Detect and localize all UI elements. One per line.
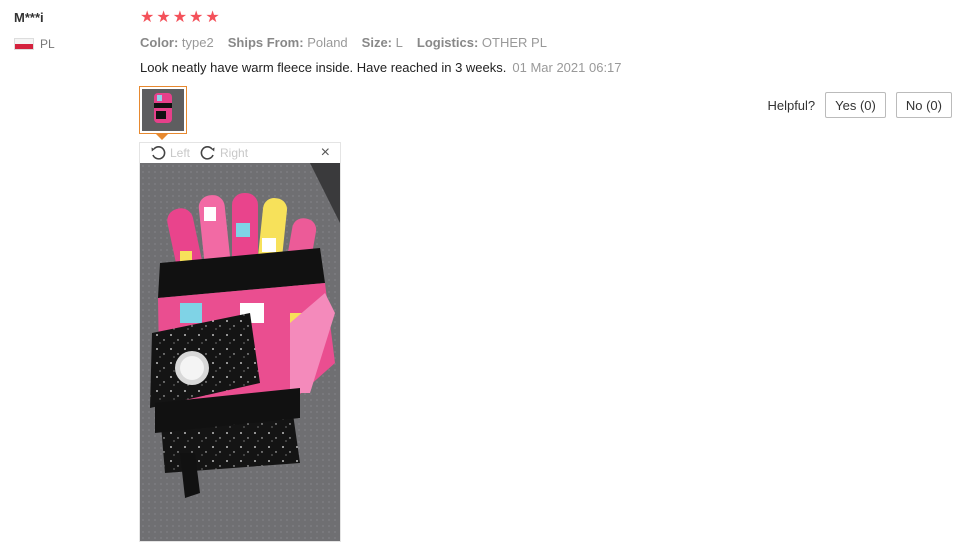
star-icon: ★ (156, 9, 171, 26)
property-ships-from: Ships From: Poland (227, 35, 348, 50)
review-photo-thumbnail[interactable] (139, 86, 187, 134)
review-date: 01 Mar 2021 06:17 (512, 60, 622, 75)
property-color: Color: type2 (140, 35, 214, 50)
rotate-left-label: Left (170, 146, 191, 160)
close-icon[interactable]: × (321, 144, 330, 162)
star-icon: ★ (189, 9, 204, 26)
star-icon: ★ (140, 9, 155, 26)
rotate-right-icon (200, 146, 215, 160)
photo-viewer: Left Right × (139, 142, 341, 542)
rotate-right-button[interactable]: Right (200, 145, 248, 161)
country-code: PL (40, 37, 55, 51)
property-size: Size: L (361, 35, 403, 50)
helpful-yes-button[interactable]: Yes (0) (825, 92, 886, 118)
helpful-no-button[interactable]: No (0) (895, 92, 952, 118)
review-body: Look neatly have warm fleece inside. Hav… (140, 60, 507, 75)
helpful-votes: Helpful? Yes (0) No (0) (767, 92, 952, 118)
rotate-left-button[interactable]: Left (150, 145, 190, 161)
review-text: Look neatly have warm fleece inside. Hav… (140, 60, 622, 75)
order-properties: Color: type2 Ships From: Poland Size: L … (140, 35, 547, 50)
poland-flag-icon (14, 38, 34, 50)
helpful-label: Helpful? (767, 97, 816, 113)
rotate-right-label: Right (220, 146, 249, 160)
property-logistics: Logistics: OTHER PL (416, 35, 547, 50)
photo-viewer-toolbar: Left Right × (140, 143, 340, 163)
reviewer-country: PL (14, 37, 55, 51)
star-icon: ★ (205, 9, 220, 26)
thumbnail-image (142, 89, 184, 131)
star-rating: ★ ★ ★ ★ ★ (140, 9, 220, 27)
rotate-left-icon (151, 146, 166, 160)
thumbnail-selected-indicator (156, 134, 168, 140)
star-icon: ★ (172, 9, 188, 26)
review-photo-large (140, 163, 340, 541)
reviewer-name: M***i (14, 10, 44, 25)
